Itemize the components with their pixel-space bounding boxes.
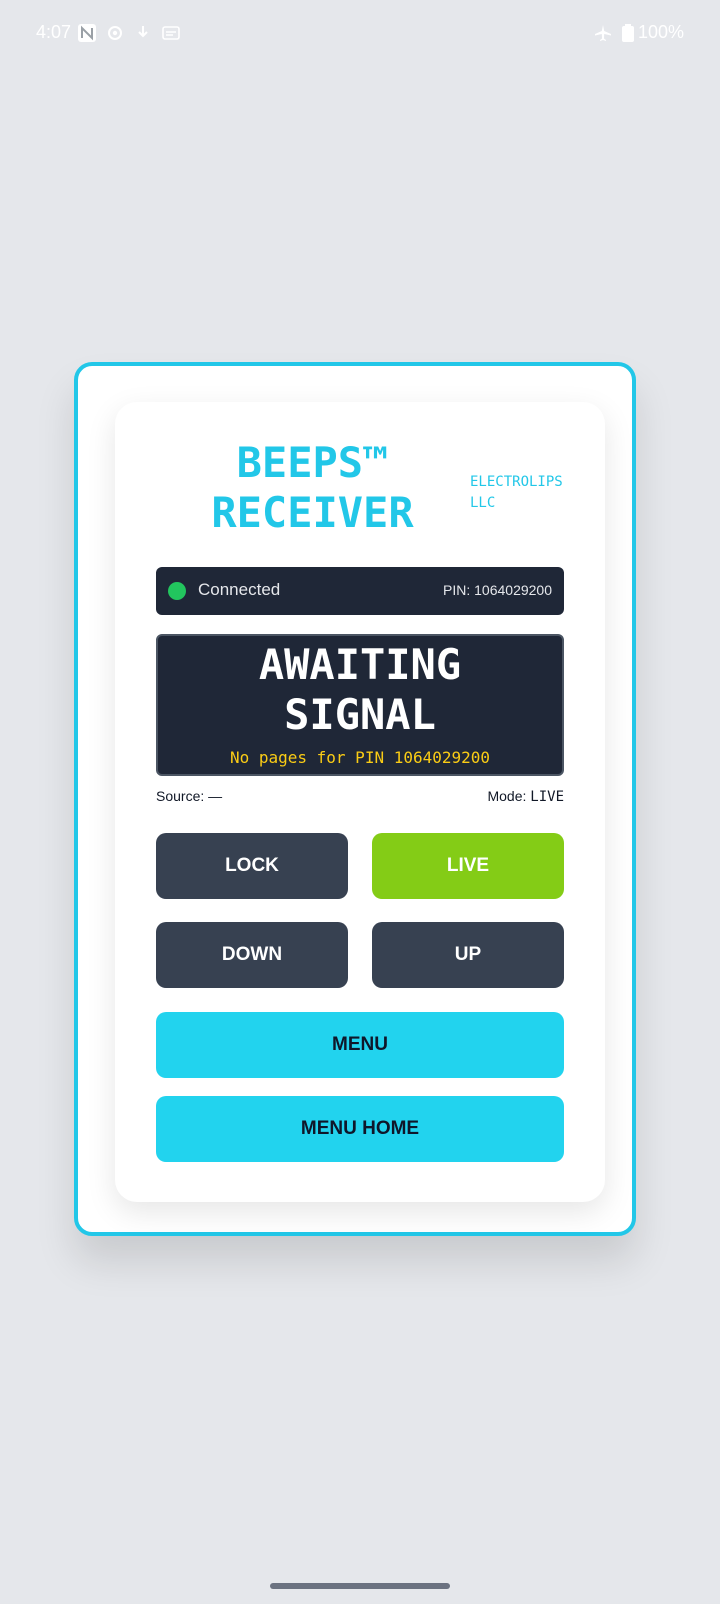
live-button[interactable]: LIVE bbox=[372, 833, 564, 899]
up-button[interactable]: UP bbox=[372, 922, 564, 988]
source-label: Source: bbox=[156, 788, 205, 804]
down-button[interactable]: DOWN bbox=[156, 922, 348, 988]
display-headline-line2: SIGNAL bbox=[284, 690, 436, 739]
mode-info: Mode: LIVE bbox=[487, 788, 564, 805]
app-title-line1: BEEPS™ bbox=[236, 438, 389, 487]
mode-value: LIVE bbox=[530, 789, 564, 805]
lock-button[interactable]: LOCK bbox=[156, 833, 348, 899]
source-value: — bbox=[208, 788, 223, 804]
menu-button[interactable]: MENU bbox=[156, 1012, 564, 1078]
n-badge-icon bbox=[78, 24, 96, 42]
battery-percent: 100% bbox=[637, 22, 684, 42]
app-title-line2: RECEIVER bbox=[211, 488, 414, 537]
home-indicator[interactable] bbox=[270, 1583, 450, 1589]
subtitles-icon bbox=[162, 26, 180, 40]
app-title: BEEPS™ RECEIVER bbox=[185, 438, 440, 538]
connection-status-dot-icon bbox=[168, 582, 186, 600]
brand-line1: ELECTROLIPS bbox=[470, 474, 563, 490]
brand-label: ELECTROLIPS LLC bbox=[470, 472, 580, 514]
status-bar: 4:07 100% bbox=[0, 0, 720, 70]
source-info: Source: — bbox=[156, 788, 222, 804]
status-right-group: 100% bbox=[594, 22, 684, 43]
connection-status: Connected bbox=[198, 580, 281, 599]
mode-label: Mode: bbox=[487, 788, 527, 804]
status-time: 4:07 bbox=[36, 22, 72, 42]
battery-group: 100% bbox=[621, 22, 684, 43]
battery-icon bbox=[621, 23, 634, 42]
menu-home-button[interactable]: MENU HOME bbox=[156, 1096, 564, 1162]
connection-bar: Connected PIN: 1064029200 bbox=[156, 567, 564, 615]
brand-line2: LLC bbox=[470, 495, 496, 511]
download-icon bbox=[138, 26, 148, 38]
display-headline-line1: AWAITING bbox=[258, 640, 462, 689]
connection-pin: PIN: 1064029200 bbox=[443, 582, 552, 598]
signal-display: AWAITING SIGNAL No pages for PIN 1064029… bbox=[156, 634, 564, 776]
display-headline: AWAITING SIGNAL bbox=[158, 640, 562, 740]
display-subtext: No pages for PIN 1064029200 bbox=[229, 748, 491, 767]
airplane-icon bbox=[594, 24, 611, 41]
gear-icon bbox=[108, 26, 122, 40]
